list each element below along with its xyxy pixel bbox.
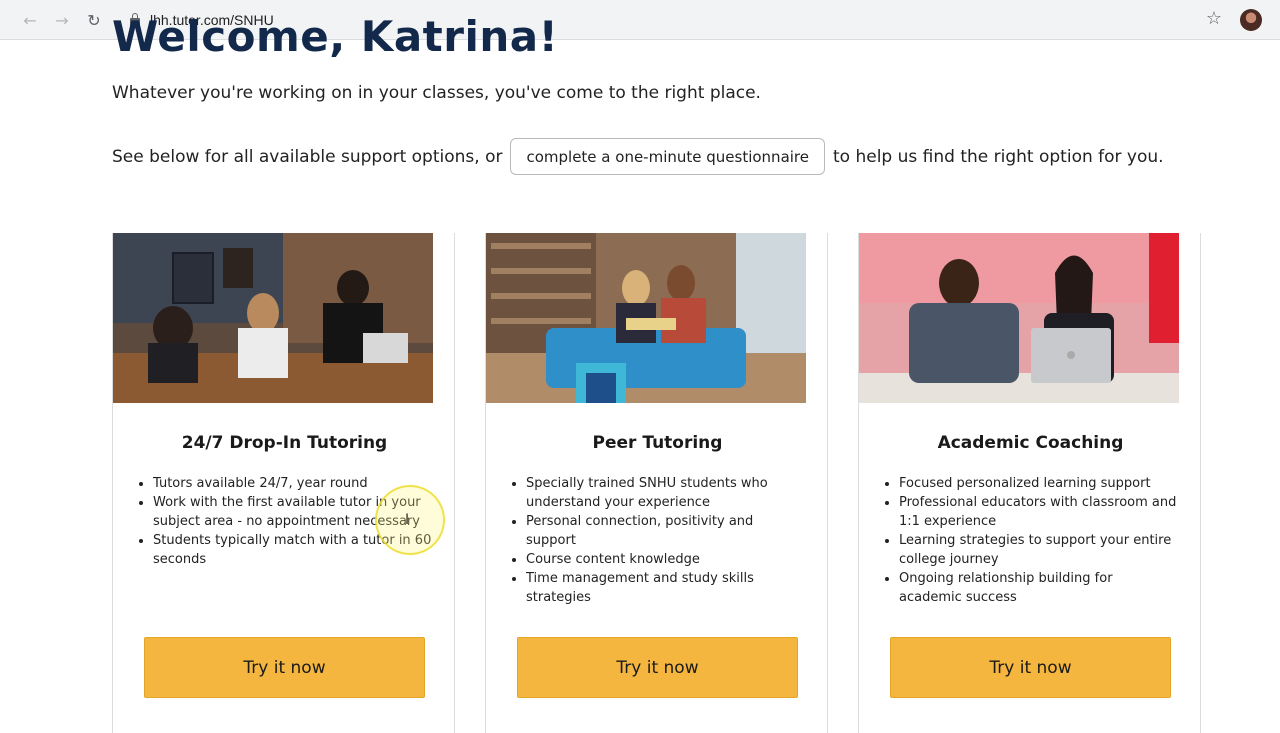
academic-coaching-photo [859, 233, 1179, 403]
profile-avatar[interactable] [1240, 9, 1262, 31]
list-item: Personal connection, positivity and supp… [526, 512, 806, 550]
list-item: Learning strategies to support your enti… [899, 531, 1179, 569]
list-item: Time management and study skills strateg… [526, 569, 806, 607]
welcome-heading: Welcome, Katrina! [112, 12, 559, 61]
card-title: Academic Coaching [937, 433, 1124, 453]
list-item: Focused personalized learning support [899, 474, 1179, 493]
card-bullet-list: Specially trained SNHU students who unde… [526, 474, 806, 607]
support-options-line: See below for all available support opti… [112, 138, 1164, 175]
card-title: 24/7 Drop-In Tutoring [181, 433, 388, 453]
intro-text: Whatever you're working on in your class… [112, 83, 761, 103]
cursor-highlight [375, 485, 445, 555]
peer-tutoring-photo [486, 233, 806, 403]
bookmark-star-icon[interactable]: ☆ [1206, 8, 1222, 29]
card-drop-in-tutoring: 24/7 Drop-In Tutoring Tutors available 2… [112, 233, 455, 733]
list-item: Ongoing relationship building for academ… [899, 569, 1179, 607]
drop-in-tutoring-photo [113, 233, 433, 403]
card-academic-coaching: Academic Coaching Focused personalized l… [858, 233, 1201, 733]
list-item: Professional educators with classroom an… [899, 493, 1179, 531]
forward-arrow-icon[interactable]: → [50, 8, 74, 32]
page-content: Welcome, Katrina! Whatever you're workin… [0, 12, 1280, 733]
back-arrow-icon[interactable]: ← [18, 8, 42, 32]
list-item: Specially trained SNHU students who unde… [526, 474, 806, 512]
text-cursor-icon: I [405, 512, 410, 528]
reload-icon[interactable]: ↻ [82, 8, 106, 32]
questionnaire-button[interactable]: complete a one-minute questionnaire [510, 138, 825, 175]
card-title: Peer Tutoring [592, 433, 723, 453]
list-item: Course content knowledge [526, 550, 806, 569]
try-peer-tutoring-button[interactable]: Try it now [517, 637, 798, 698]
options-suffix-text: to help us find the right option for you… [833, 146, 1164, 167]
card-bullet-list: Focused personalized learning support Pr… [899, 474, 1179, 607]
options-prefix-text: See below for all available support opti… [112, 146, 503, 167]
try-academic-coaching-button[interactable]: Try it now [890, 637, 1171, 698]
card-peer-tutoring: Peer Tutoring Specially trained SNHU stu… [485, 233, 828, 733]
try-drop-in-tutoring-button[interactable]: Try it now [144, 637, 425, 698]
